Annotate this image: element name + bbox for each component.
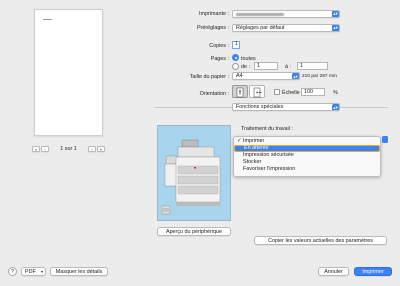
menu-item-label: Favoriser l'impression bbox=[243, 166, 296, 172]
menu-item-label: En attente bbox=[244, 145, 269, 151]
copy-settings-button[interactable]: Copier les valeurs actuelles des paramèt… bbox=[254, 236, 387, 245]
pages-to-field[interactable]: 1 bbox=[297, 62, 328, 70]
section-popup[interactable]: Fonctions spéciales ▴▾ bbox=[232, 103, 340, 111]
page-navigator: « ‹ 1 sur 1 › » bbox=[32, 146, 105, 153]
pages-to-label: à : bbox=[285, 64, 291, 70]
presets-label: Préréglages : bbox=[196, 25, 229, 31]
help-button[interactable]: ? bbox=[8, 267, 17, 276]
paper-size-label: Taille du papier : bbox=[189, 74, 229, 80]
print-button[interactable]: Imprimer bbox=[354, 267, 392, 276]
printer-device-image bbox=[161, 139, 221, 215]
landscape-icon bbox=[253, 87, 262, 98]
orientation-label: Orientation : bbox=[199, 91, 229, 97]
menu-item-en-attente[interactable]: En attente bbox=[234, 145, 380, 152]
dropdown-trigger-arrow[interactable] bbox=[382, 136, 388, 143]
pdf-menu-button[interactable]: PDF ▾ bbox=[21, 267, 46, 276]
menu-item-stocker[interactable]: Stocker bbox=[234, 159, 380, 166]
pages-all-radio[interactable] bbox=[232, 54, 239, 61]
nav-next-button[interactable]: › bbox=[88, 146, 96, 152]
paper-size-value: A4 bbox=[236, 73, 243, 79]
orientation-portrait-button[interactable] bbox=[232, 85, 248, 98]
pages-range-radio[interactable] bbox=[232, 63, 239, 70]
chevron-updown-icon: ▴▾ bbox=[331, 104, 339, 110]
device-preview-button[interactable]: Aperçu du périphérique bbox=[157, 227, 231, 236]
paper-size-popup[interactable]: A4 ▴▾ bbox=[232, 72, 300, 80]
pages-label: Pages : bbox=[210, 56, 229, 62]
menu-item-label: Imprimer bbox=[243, 138, 265, 144]
menu-item-imprimer[interactable]: ✓ Imprimer bbox=[234, 138, 380, 145]
nav-last-button[interactable]: » bbox=[97, 146, 105, 152]
radio-dot bbox=[234, 56, 237, 59]
checkmark-icon: ✓ bbox=[237, 138, 242, 144]
presets-popup[interactable]: Réglages par défaut ▴▾ bbox=[232, 23, 340, 32]
page-preview bbox=[34, 9, 103, 136]
portrait-icon bbox=[236, 87, 244, 98]
chevron-down-icon: ▾ bbox=[40, 269, 43, 274]
nav-prev-button[interactable]: ‹ bbox=[41, 146, 49, 152]
copies-label: Copies : bbox=[209, 43, 229, 49]
printer-name-blurred bbox=[236, 12, 284, 16]
menu-item-label: Impression sécurisée bbox=[243, 152, 294, 158]
preview-text-line bbox=[43, 19, 52, 21]
scale-checkbox[interactable] bbox=[274, 89, 280, 95]
printer-label: Imprimante : bbox=[199, 11, 229, 17]
job-processing-menu[interactable]: ✓ Imprimer En attente Impression sécuris… bbox=[233, 136, 381, 177]
pdf-label: PDF bbox=[25, 269, 36, 275]
orientation-landscape-button[interactable] bbox=[249, 85, 265, 98]
printer-popup[interactable]: ▴▾ bbox=[232, 9, 340, 18]
chevron-updown-icon: ▴▾ bbox=[331, 24, 339, 31]
scale-label: Échelle : bbox=[282, 90, 303, 96]
scale-field[interactable]: 100 bbox=[301, 88, 325, 96]
copies-field[interactable]: 1 bbox=[232, 41, 240, 49]
menu-item-label: Stocker bbox=[243, 159, 262, 165]
pages-from-field[interactable]: 1 bbox=[254, 62, 278, 70]
nav-first-button[interactable]: « bbox=[32, 146, 40, 152]
hide-details-button[interactable]: Masquer les détails bbox=[50, 267, 108, 276]
job-processing-label: Traitement du travail : bbox=[241, 126, 293, 132]
pages-from-label: de : bbox=[241, 64, 250, 70]
page-indicator: 1 sur 1 bbox=[60, 146, 77, 152]
device-illustration-panel bbox=[157, 125, 231, 221]
paper-dimensions: 210 par 297 mm bbox=[302, 74, 337, 79]
cancel-button[interactable]: Annuler bbox=[318, 267, 349, 276]
presets-value: Réglages par défaut bbox=[236, 24, 285, 31]
chevron-updown-icon: ▴▾ bbox=[291, 73, 299, 79]
menu-item-favoriser[interactable]: Favoriser l'impression bbox=[234, 166, 380, 173]
menu-item-impression-securisee[interactable]: Impression sécurisée bbox=[234, 152, 380, 159]
section-value: Fonctions spéciales bbox=[236, 104, 284, 110]
chevron-updown-icon: ▴▾ bbox=[331, 10, 339, 17]
scale-unit: % bbox=[333, 90, 338, 96]
